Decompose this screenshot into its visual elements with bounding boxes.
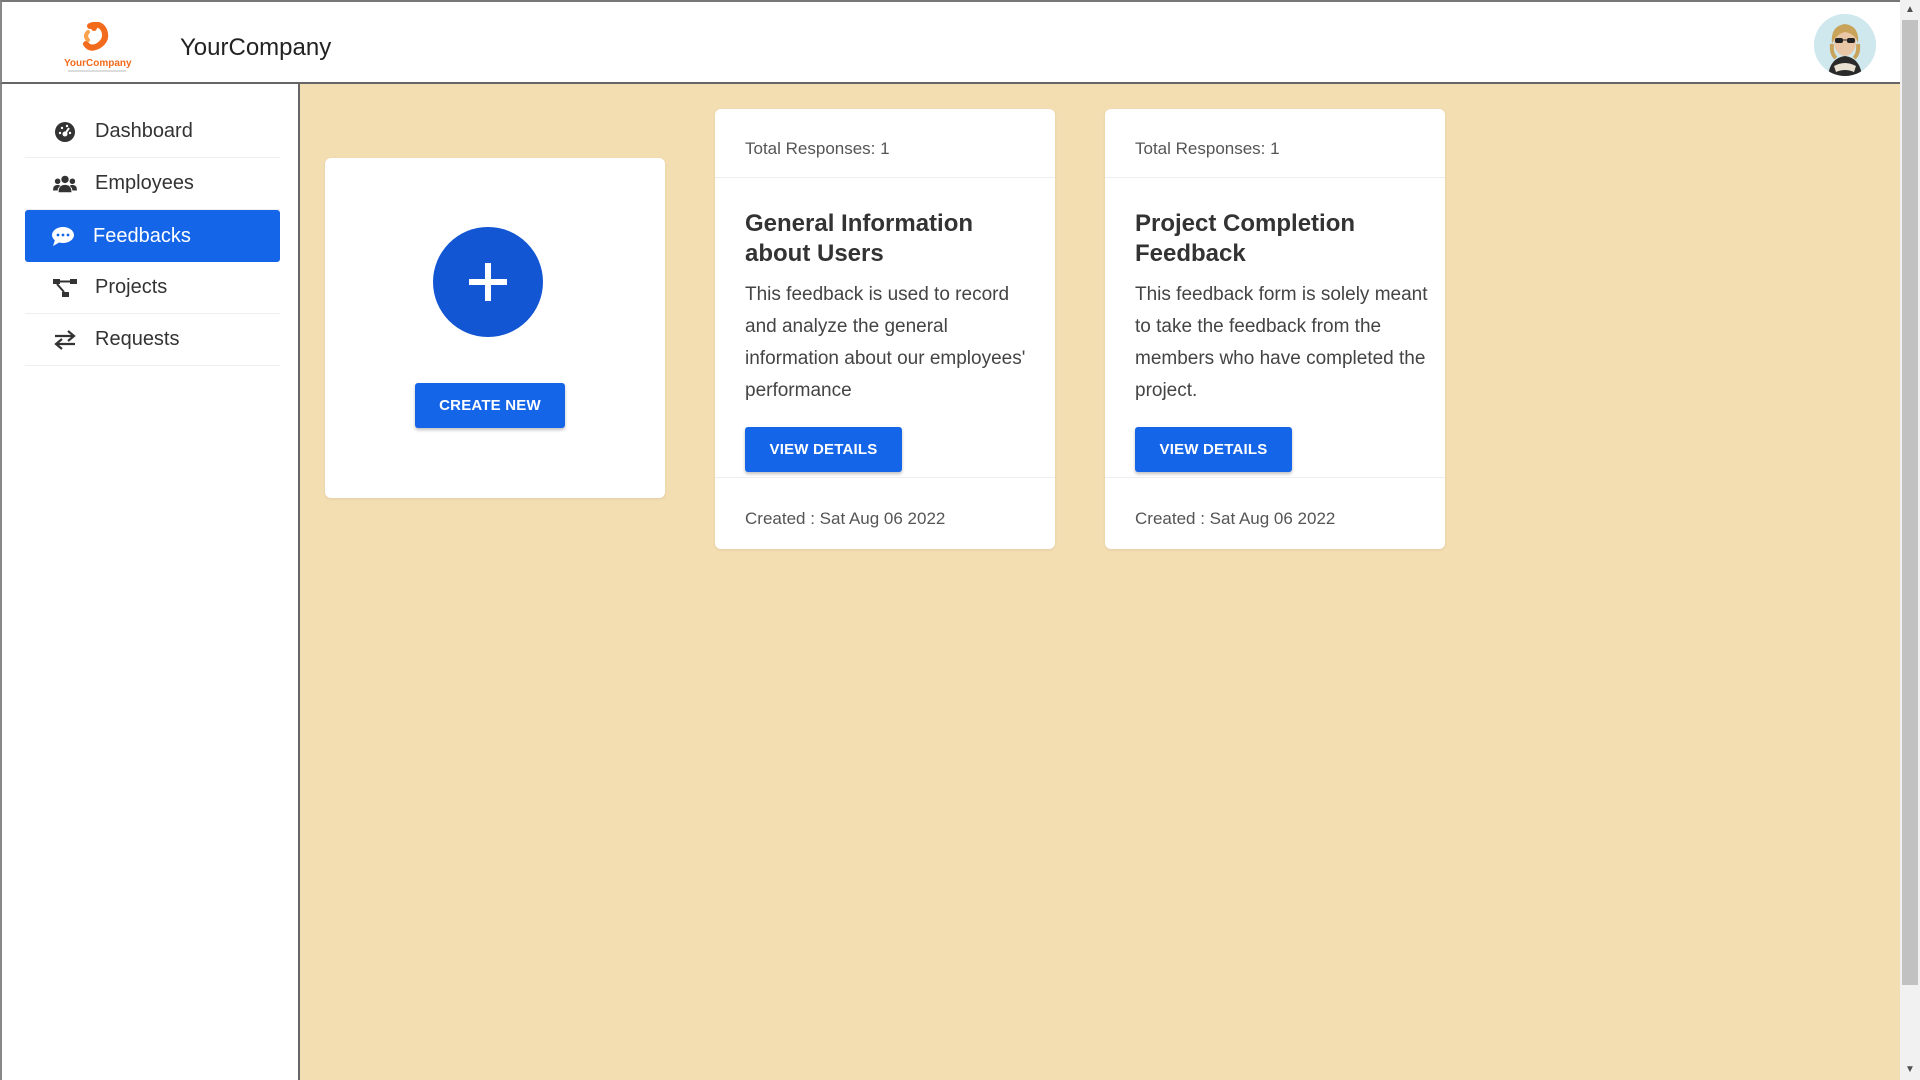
create-new-button[interactable]: CREATE NEW [415, 383, 565, 428]
sidebar-item-dashboard[interactable]: Dashboard [25, 106, 280, 158]
users-icon [53, 172, 77, 196]
sidebar: Dashboard Employees Feedbacks Projects R… [0, 84, 300, 1080]
logo-text: YourCompany [64, 58, 132, 69]
view-details-button[interactable]: VIEW DETAILS [745, 427, 902, 472]
sidebar-item-feedbacks[interactable]: Feedbacks [25, 210, 280, 262]
divider [715, 477, 1055, 478]
total-responses: Total Responses: 1 [1135, 139, 1280, 158]
feedback-description: This feedback form is solely meant to ta… [1135, 284, 1428, 401]
feedback-description: This feedback is used to record and anal… [745, 284, 1026, 401]
sidebar-nav: Dashboard Employees Feedbacks Projects R… [25, 106, 280, 366]
sidebar-item-label: Employees [95, 172, 194, 194]
company-logo[interactable]: YourCompany [60, 21, 135, 74]
top-app-bar: YourCompany YourCompany [0, 0, 1900, 84]
feedback-title: General Information about Users [745, 210, 974, 267]
sidebar-item-label: Feedbacks [93, 224, 191, 247]
created-date: Created : Sat Aug 06 2022 [1135, 509, 1336, 528]
feedback-card: Total Responses: 1 Project Completion Fe… [1105, 109, 1445, 549]
scroll-down-arrow-icon[interactable]: ▼ [1902, 1062, 1918, 1078]
total-responses: Total Responses: 1 [745, 139, 890, 158]
add-feedback-button[interactable] [433, 227, 543, 337]
sidebar-item-employees[interactable]: Employees [25, 158, 280, 210]
divider [715, 177, 1055, 178]
feedback-title: Project Completion Feedback [1135, 210, 1356, 267]
sidebar-item-label: Requests [95, 328, 180, 350]
divider [1105, 177, 1445, 178]
dashboard-icon [53, 120, 77, 144]
user-avatar[interactable] [1814, 14, 1876, 76]
sidebar-item-label: Projects [95, 276, 168, 298]
chat-bubble-icon [51, 224, 75, 248]
project-diagram-icon [53, 276, 77, 300]
sidebar-item-projects[interactable]: Projects [25, 262, 280, 314]
scroll-up-arrow-icon[interactable]: ▲ [1902, 2, 1918, 18]
created-date: Created : Sat Aug 06 2022 [745, 509, 946, 528]
exchange-arrows-icon [53, 328, 77, 352]
sidebar-item-label: Dashboard [95, 120, 193, 142]
sidebar-item-requests[interactable]: Requests [25, 314, 280, 366]
plus-icon [469, 263, 507, 301]
feedback-card: Total Responses: 1 General Information a… [715, 109, 1055, 549]
view-details-button[interactable]: VIEW DETAILS [1135, 427, 1292, 472]
scrollbar-thumb[interactable] [1902, 20, 1918, 985]
create-feedback-card: CREATE NEW [325, 158, 665, 498]
brand-name: YourCompany [180, 34, 332, 61]
divider [1105, 477, 1445, 478]
